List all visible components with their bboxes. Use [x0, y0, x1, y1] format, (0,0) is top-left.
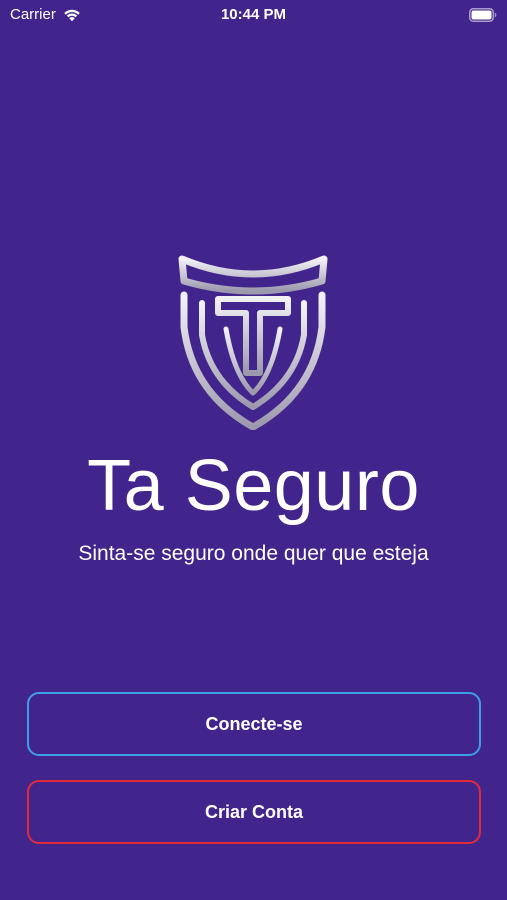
create-account-button[interactable]: Criar Conta: [27, 780, 481, 844]
shield-logo: [176, 255, 330, 430]
status-time: 10:44 PM: [220, 6, 287, 23]
login-button-label: Conecte-se: [205, 713, 303, 734]
create-account-button-label: Criar Conta: [204, 801, 303, 822]
battery-icon: [469, 8, 497, 22]
shield-t-logo-icon: [178, 255, 328, 430]
app-tagline: Sinta-se seguro onde quer que esteja: [78, 542, 429, 565]
status-bar: Carrier 10:44 PM: [0, 0, 507, 30]
login-button[interactable]: Conecte-se: [27, 692, 481, 756]
app-title: Ta Seguro: [87, 446, 420, 526]
